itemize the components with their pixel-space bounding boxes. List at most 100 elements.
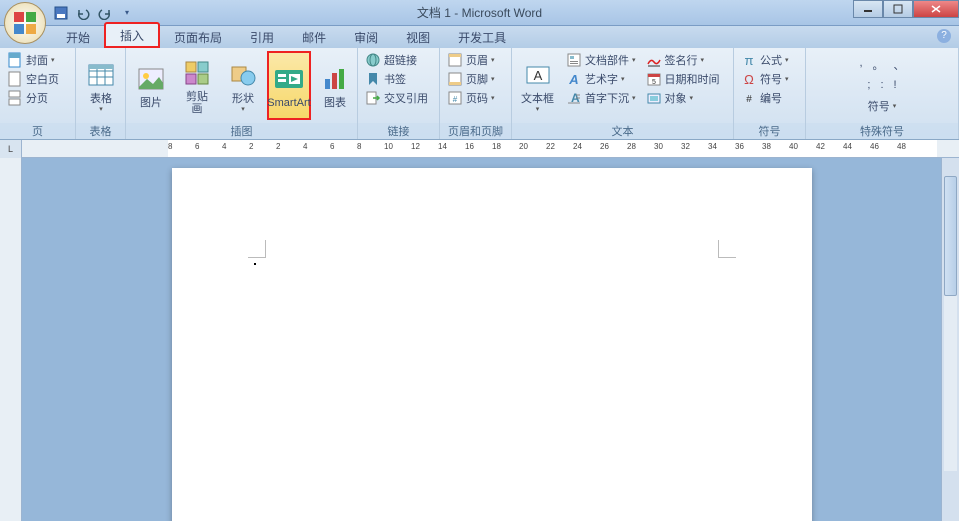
ruler-number: 12	[411, 142, 420, 151]
ruler-number: 42	[816, 142, 825, 151]
office-button[interactable]	[4, 2, 46, 44]
tab-review[interactable]: 审阅	[340, 26, 392, 48]
symbol-button[interactable]: Ω符号▾	[737, 70, 793, 88]
hyperlink-icon	[365, 52, 381, 68]
page[interactable]	[172, 168, 812, 521]
table-button[interactable]: 表格 ▾	[79, 51, 123, 120]
ruler-number: 26	[600, 142, 609, 151]
smartart-label: SmartArt	[267, 97, 310, 109]
minimize-button[interactable]	[853, 0, 883, 18]
tab-view[interactable]: 视图	[392, 26, 444, 48]
close-button[interactable]	[913, 0, 959, 18]
bookmark-icon	[365, 71, 381, 87]
special-more-button[interactable]: 符号▾	[864, 97, 901, 115]
ruler-number: 24	[573, 142, 582, 151]
tab-insert[interactable]: 插入	[104, 22, 160, 48]
tab-mail[interactable]: 邮件	[288, 26, 340, 48]
shapes-button[interactable]: 形状 ▾	[221, 51, 265, 120]
wordart-label: 艺术字	[585, 71, 618, 87]
window-controls	[853, 0, 959, 18]
footer-button[interactable]: 页脚▾	[443, 70, 499, 88]
textbox-button[interactable]: A 文本框 ▾	[515, 51, 560, 120]
picture-button[interactable]: 图片	[129, 51, 173, 120]
hyperlink-button[interactable]: 超链接	[361, 51, 432, 69]
tab-references[interactable]: 引用	[236, 26, 288, 48]
group-special-label: 特殊符号	[806, 123, 958, 139]
clipart-button[interactable]: 剪贴画	[175, 51, 219, 120]
horizontal-ruler[interactable]: L 86422468101214161820222426283032343638…	[0, 140, 959, 158]
svg-text:π: π	[745, 53, 754, 68]
special-more-label: 符号	[868, 98, 890, 114]
chevron-down-icon: ▾	[241, 105, 245, 113]
bookmark-button[interactable]: 书签	[361, 70, 432, 88]
group-text-label: 文本	[512, 123, 733, 139]
object-button[interactable]: 对象▾	[642, 89, 724, 107]
quick-access-toolbar: ▾	[52, 4, 136, 22]
quickparts-button[interactable]: 文档部件▾	[562, 51, 640, 69]
number-label: 编号	[760, 90, 782, 106]
vertical-scrollbar[interactable]	[941, 158, 959, 521]
header-button[interactable]: 页眉▾	[443, 51, 499, 69]
scrollbar-thumb[interactable]	[944, 176, 957, 296]
crossref-icon	[365, 90, 381, 106]
datetime-button[interactable]: 5日期和时间	[642, 70, 724, 88]
pagenum-button[interactable]: #页码▾	[443, 89, 499, 107]
table-label: 表格	[90, 93, 112, 105]
crossref-button[interactable]: 交叉引用	[361, 89, 432, 107]
chevron-down-icon: ▾	[491, 75, 495, 83]
svg-text:#: #	[746, 94, 752, 105]
crossref-label: 交叉引用	[384, 90, 428, 106]
chart-button[interactable]: 图表	[313, 51, 357, 120]
equation-label: 公式	[760, 52, 782, 68]
vertical-ruler[interactable]	[0, 158, 22, 521]
special-semicolon[interactable]: ;	[867, 79, 870, 91]
undo-button[interactable]	[74, 4, 92, 22]
tab-home[interactable]: 开始	[52, 26, 104, 48]
equation-button[interactable]: π公式▾	[737, 51, 793, 69]
save-button[interactable]	[52, 4, 70, 22]
hyperlink-label: 超链接	[384, 52, 417, 68]
chevron-down-icon: ▾	[632, 56, 636, 64]
maximize-button[interactable]	[883, 0, 913, 18]
ruler-number: 32	[681, 142, 690, 151]
ruler-number: 38	[762, 142, 771, 151]
chevron-down-icon: ▾	[99, 105, 103, 113]
svg-text:A: A	[568, 72, 578, 87]
special-colon[interactable]: :	[880, 79, 883, 91]
picture-label: 图片	[140, 97, 162, 109]
clipart-label: 剪贴画	[181, 91, 213, 115]
chevron-down-icon: ▾	[51, 56, 55, 64]
scrollbar-track[interactable]	[944, 176, 957, 471]
special-period[interactable]: 。	[873, 57, 884, 73]
blank-page-label: 空白页	[26, 71, 59, 87]
ruler-number: 22	[546, 142, 555, 151]
svg-text:A: A	[533, 68, 542, 83]
number-button[interactable]: # 编号	[737, 89, 793, 107]
help-button[interactable]: ?	[937, 29, 951, 43]
special-enum[interactable]: 、	[894, 57, 905, 73]
wordart-button[interactable]: A艺术字▾	[562, 70, 640, 88]
svg-text:5: 5	[652, 79, 656, 86]
text-cursor	[254, 263, 256, 265]
ruler-number: 46	[870, 142, 879, 151]
sigline-button[interactable]: 签名行▾	[642, 51, 724, 69]
blank-page-button[interactable]: 空白页	[3, 70, 63, 88]
special-excl[interactable]: !	[894, 79, 897, 91]
page-break-button[interactable]: 分页	[3, 89, 63, 107]
redo-button[interactable]	[96, 4, 114, 22]
tab-layout[interactable]: 页面布局	[160, 26, 236, 48]
minimize-icon	[863, 4, 873, 14]
workspace	[0, 158, 959, 521]
qat-customize[interactable]: ▾	[118, 4, 136, 22]
group-special: , 。 、 ; : ! 符号▾ 特殊符号	[806, 48, 959, 139]
group-headerfooter-label: 页眉和页脚	[440, 123, 511, 139]
smartart-button[interactable]: SmartArt	[267, 51, 311, 120]
pagenum-icon: #	[447, 90, 463, 106]
symbol-label: 符号	[760, 71, 782, 87]
document-area[interactable]	[22, 158, 941, 521]
cover-page-button[interactable]: 封面▾	[3, 51, 63, 69]
tab-developer[interactable]: 开发工具	[444, 26, 520, 48]
special-comma[interactable]: ,	[859, 57, 862, 73]
dropcap-button[interactable]: A首字下沉▾	[562, 89, 640, 107]
group-symbols-label: 符号	[734, 123, 805, 139]
